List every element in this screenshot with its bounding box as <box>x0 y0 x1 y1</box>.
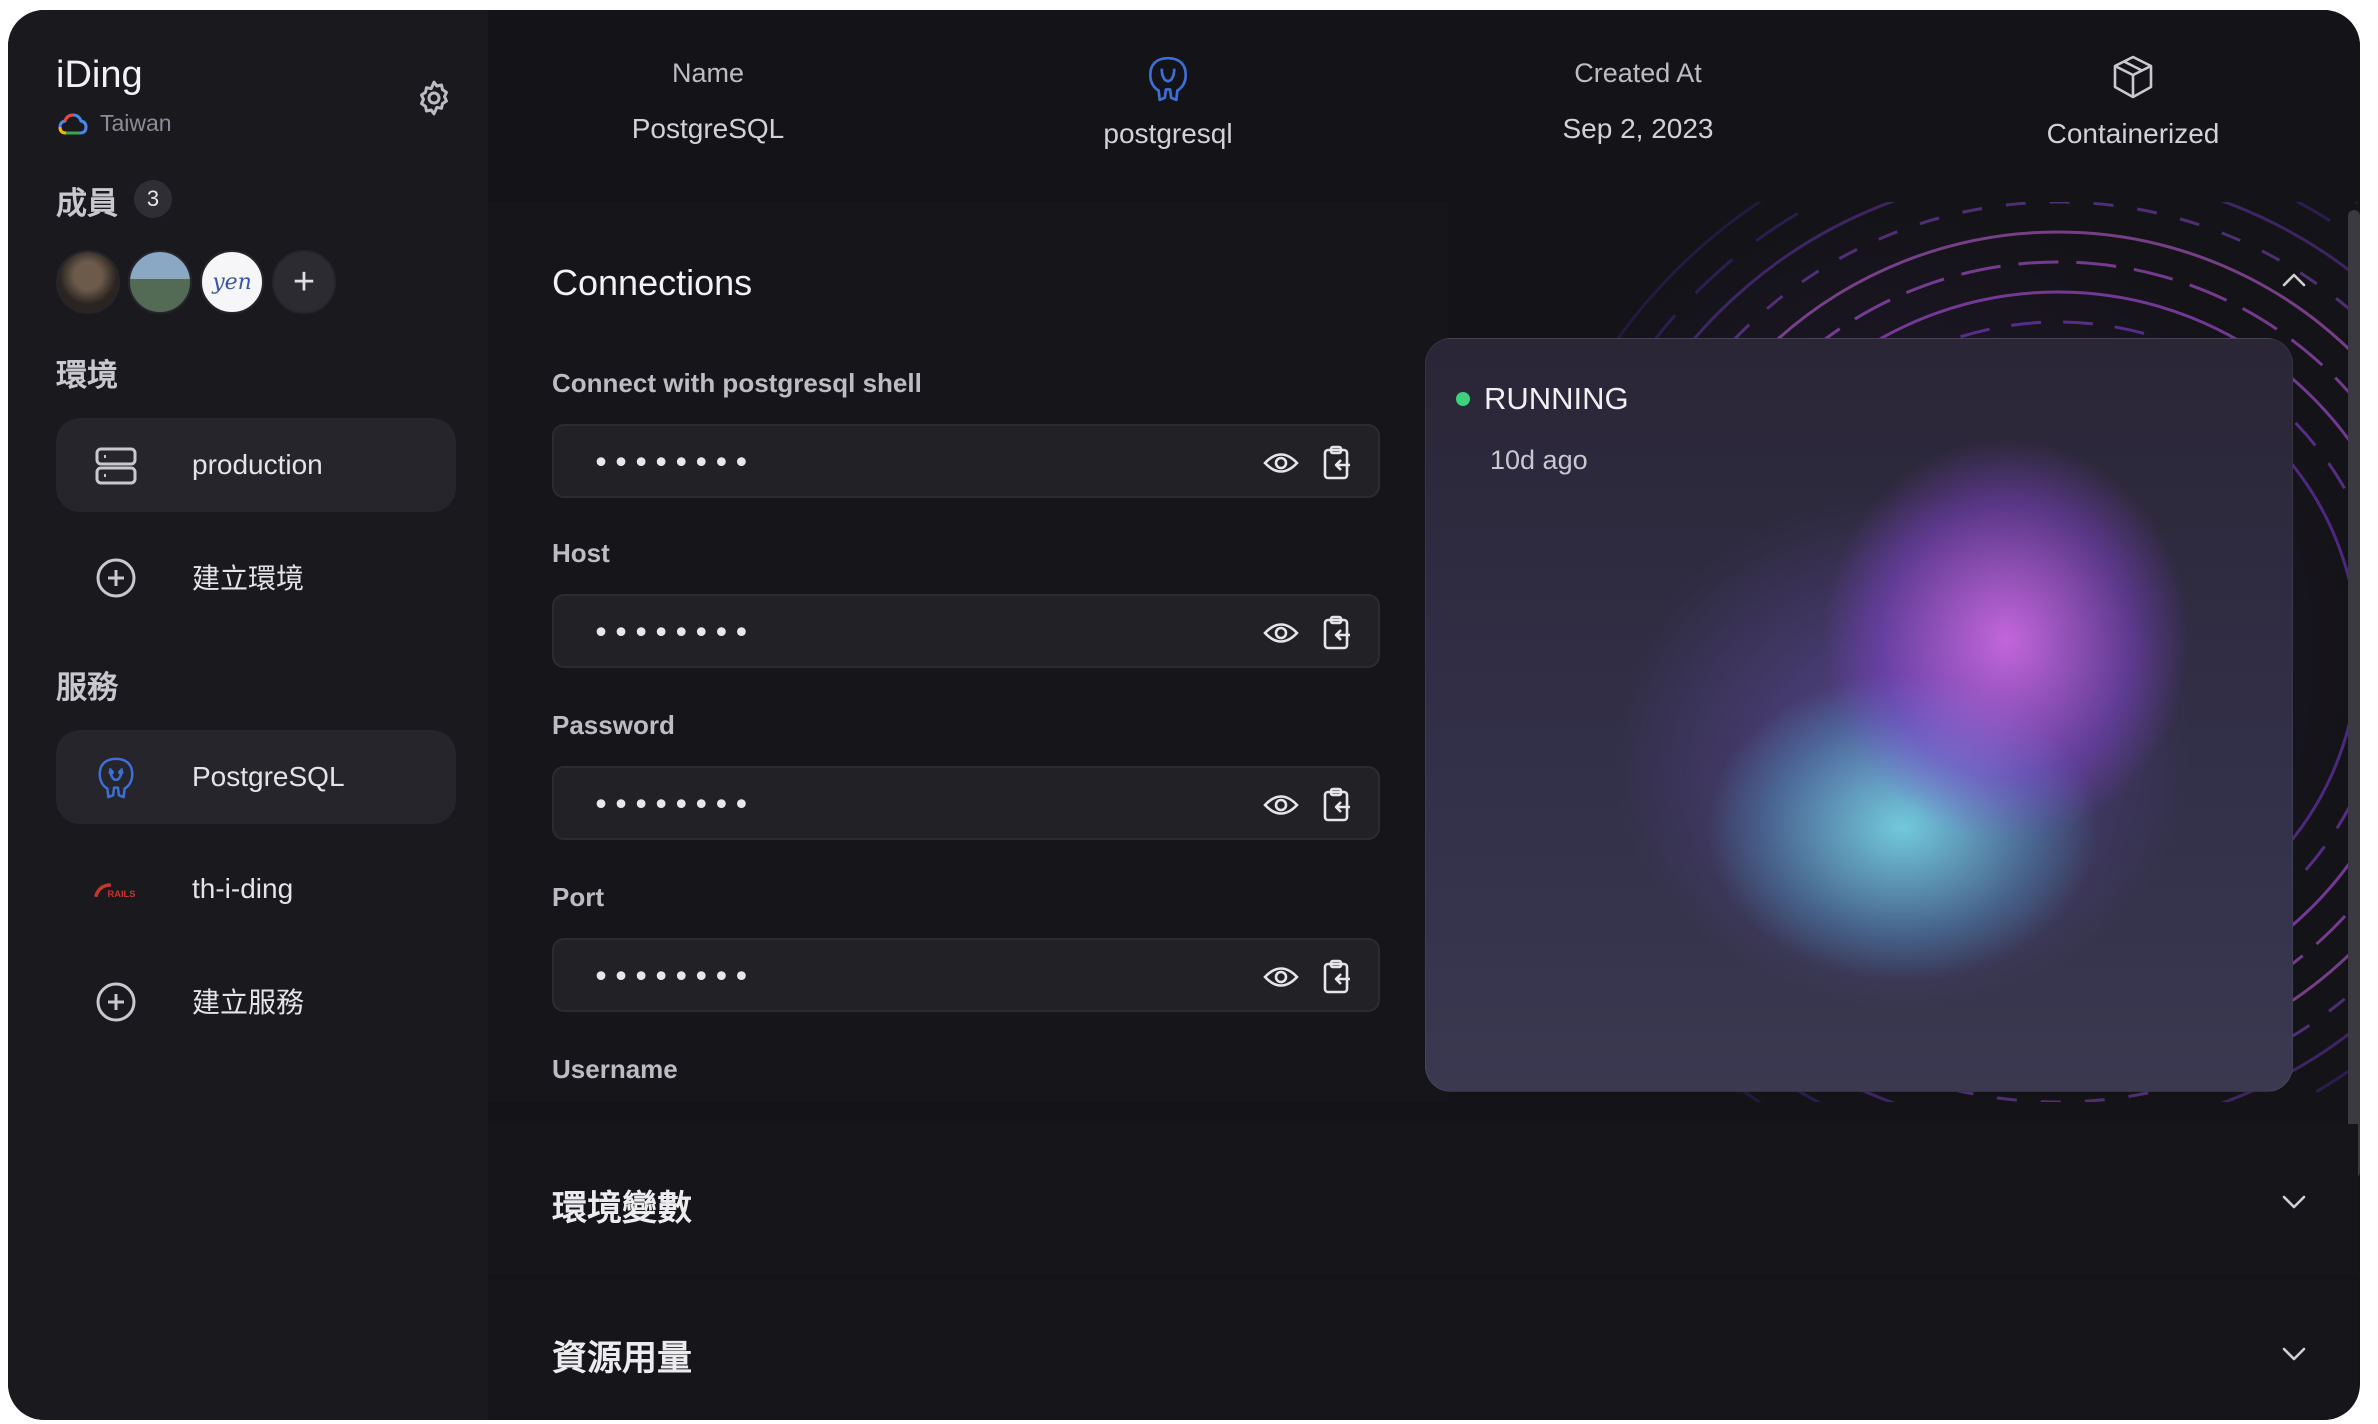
connect-shell-input[interactable] <box>590 440 1234 486</box>
copy-button[interactable] <box>1318 786 1356 824</box>
name-label: Name <box>671 58 745 88</box>
plus-icon: + <box>292 261 316 303</box>
reveal-button[interactable] <box>1262 614 1300 652</box>
status-time: 10d ago <box>1490 445 1588 475</box>
status-card: RUNNING 10d ago <box>1425 338 2293 1092</box>
created-label: Created At <box>1574 58 1702 88</box>
service-header: Name PostgreSQL postgresql Created At Se… <box>488 10 2360 196</box>
service-item-label: th-i-ding <box>192 873 294 904</box>
connections-panel: Connections Connect with postgresql shel… <box>488 202 2358 1102</box>
avatar[interactable]: yen <box>200 250 264 314</box>
services-heading: 服務 <box>56 670 118 705</box>
chevron-down-icon <box>2282 1195 2306 1209</box>
deploy-value: Containerized <box>2046 118 2220 149</box>
gear-icon <box>420 80 448 116</box>
reveal-button[interactable] <box>1262 786 1300 824</box>
members-heading: 成員 <box>56 186 118 221</box>
create-service-button[interactable]: 建立服務 <box>56 954 456 1048</box>
env-vars-title: 環境變數 <box>552 1189 693 1228</box>
name-value: PostgreSQL <box>631 113 785 144</box>
reveal-button[interactable] <box>1262 444 1300 482</box>
service-item-postgresql[interactable]: PostgreSQL <box>56 730 456 824</box>
rails-logo-icon: RAILS <box>94 870 138 910</box>
clipboard-copy-icon <box>1323 445 1350 480</box>
google-cloud-icon <box>58 112 88 134</box>
postgresql-icon <box>94 757 138 799</box>
field-label: Host <box>552 538 610 568</box>
project-region: Taiwan <box>58 110 172 137</box>
copy-button[interactable] <box>1318 444 1356 482</box>
create-environment-button[interactable]: 建立環境 <box>56 530 456 624</box>
password-input[interactable] <box>590 782 1234 828</box>
field-label: Port <box>552 882 604 912</box>
member-avatars: yen + <box>56 250 336 314</box>
environments-heading: 環境 <box>56 358 118 393</box>
connect-shell-field <box>552 424 1380 498</box>
name-column: Name PostgreSQL <box>588 10 828 196</box>
collapse-connections-button[interactable] <box>2274 260 2314 300</box>
status-dot <box>1456 392 1470 406</box>
port-input[interactable] <box>590 954 1234 1000</box>
add-circle-icon <box>94 558 138 598</box>
chevron-down-icon <box>2282 1347 2306 1361</box>
postgresql-icon <box>1048 54 1288 104</box>
engine-value: postgresql <box>1103 118 1233 149</box>
engine-column: postgresql <box>1048 10 1288 196</box>
field-label: Username <box>552 1054 678 1084</box>
clipboard-copy-icon <box>1323 787 1350 822</box>
eye-icon <box>1263 967 1299 987</box>
avatar-text: yen <box>212 269 252 295</box>
password-field <box>552 766 1380 840</box>
deploy-column: Containerized <box>1998 10 2268 196</box>
copy-button[interactable] <box>1318 958 1356 996</box>
created-column: Created At Sep 2, 2023 <box>1498 10 1778 196</box>
container-box-icon <box>1998 54 2268 104</box>
status-indicator: RUNNING <box>1456 381 1629 417</box>
env-vars-section[interactable]: 環境變數 <box>488 1124 2358 1274</box>
resource-usage-section[interactable]: 資源用量 <box>488 1280 2358 1420</box>
field-label: Password <box>552 710 675 740</box>
app-window: iDing Taiwan 成員 3 yen + 環境 production 建立… <box>8 10 2360 1420</box>
settings-button[interactable] <box>414 78 454 118</box>
avatar[interactable] <box>56 250 120 314</box>
reveal-button[interactable] <box>1262 958 1300 996</box>
create-service-label: 建立服務 <box>192 987 305 1018</box>
eye-icon <box>1263 453 1299 473</box>
port-field <box>552 938 1380 1012</box>
field-label: Connect with postgresql shell <box>552 368 922 398</box>
sidebar: iDing Taiwan 成員 3 yen + 環境 production 建立… <box>8 10 488 1420</box>
members-count-badge: 3 <box>134 180 172 218</box>
service-item-label: PostgreSQL <box>192 761 345 792</box>
connections-title: Connections <box>552 262 753 303</box>
svg-text:RAILS: RAILS <box>108 889 136 899</box>
expand-resource-usage-button[interactable] <box>2274 1334 2314 1374</box>
eye-icon <box>1263 795 1299 815</box>
scrollbar[interactable] <box>2348 210 2360 1178</box>
chevron-up-icon <box>2282 273 2306 287</box>
service-item-th-i-ding[interactable]: RAILS th-i-ding <box>56 842 456 936</box>
clipboard-copy-icon <box>1323 615 1350 650</box>
status-text: RUNNING <box>1484 381 1629 416</box>
env-item-label: production <box>192 449 323 480</box>
copy-button[interactable] <box>1318 614 1356 652</box>
region-label: Taiwan <box>100 110 172 136</box>
avatar[interactable] <box>128 250 192 314</box>
create-environment-label: 建立環境 <box>192 563 305 594</box>
host-input[interactable] <box>590 610 1234 656</box>
server-icon <box>94 446 138 486</box>
clipboard-copy-icon <box>1323 959 1350 994</box>
host-field <box>552 594 1380 668</box>
resource-usage-title: 資源用量 <box>552 1339 693 1378</box>
created-value: Sep 2, 2023 <box>1562 113 1714 144</box>
eye-icon <box>1263 623 1299 643</box>
project-name: iDing <box>56 54 143 96</box>
add-member-button[interactable]: + <box>272 250 336 314</box>
add-circle-icon <box>94 982 138 1022</box>
env-item-production[interactable]: production <box>56 418 456 512</box>
expand-env-vars-button[interactable] <box>2274 1182 2314 1222</box>
